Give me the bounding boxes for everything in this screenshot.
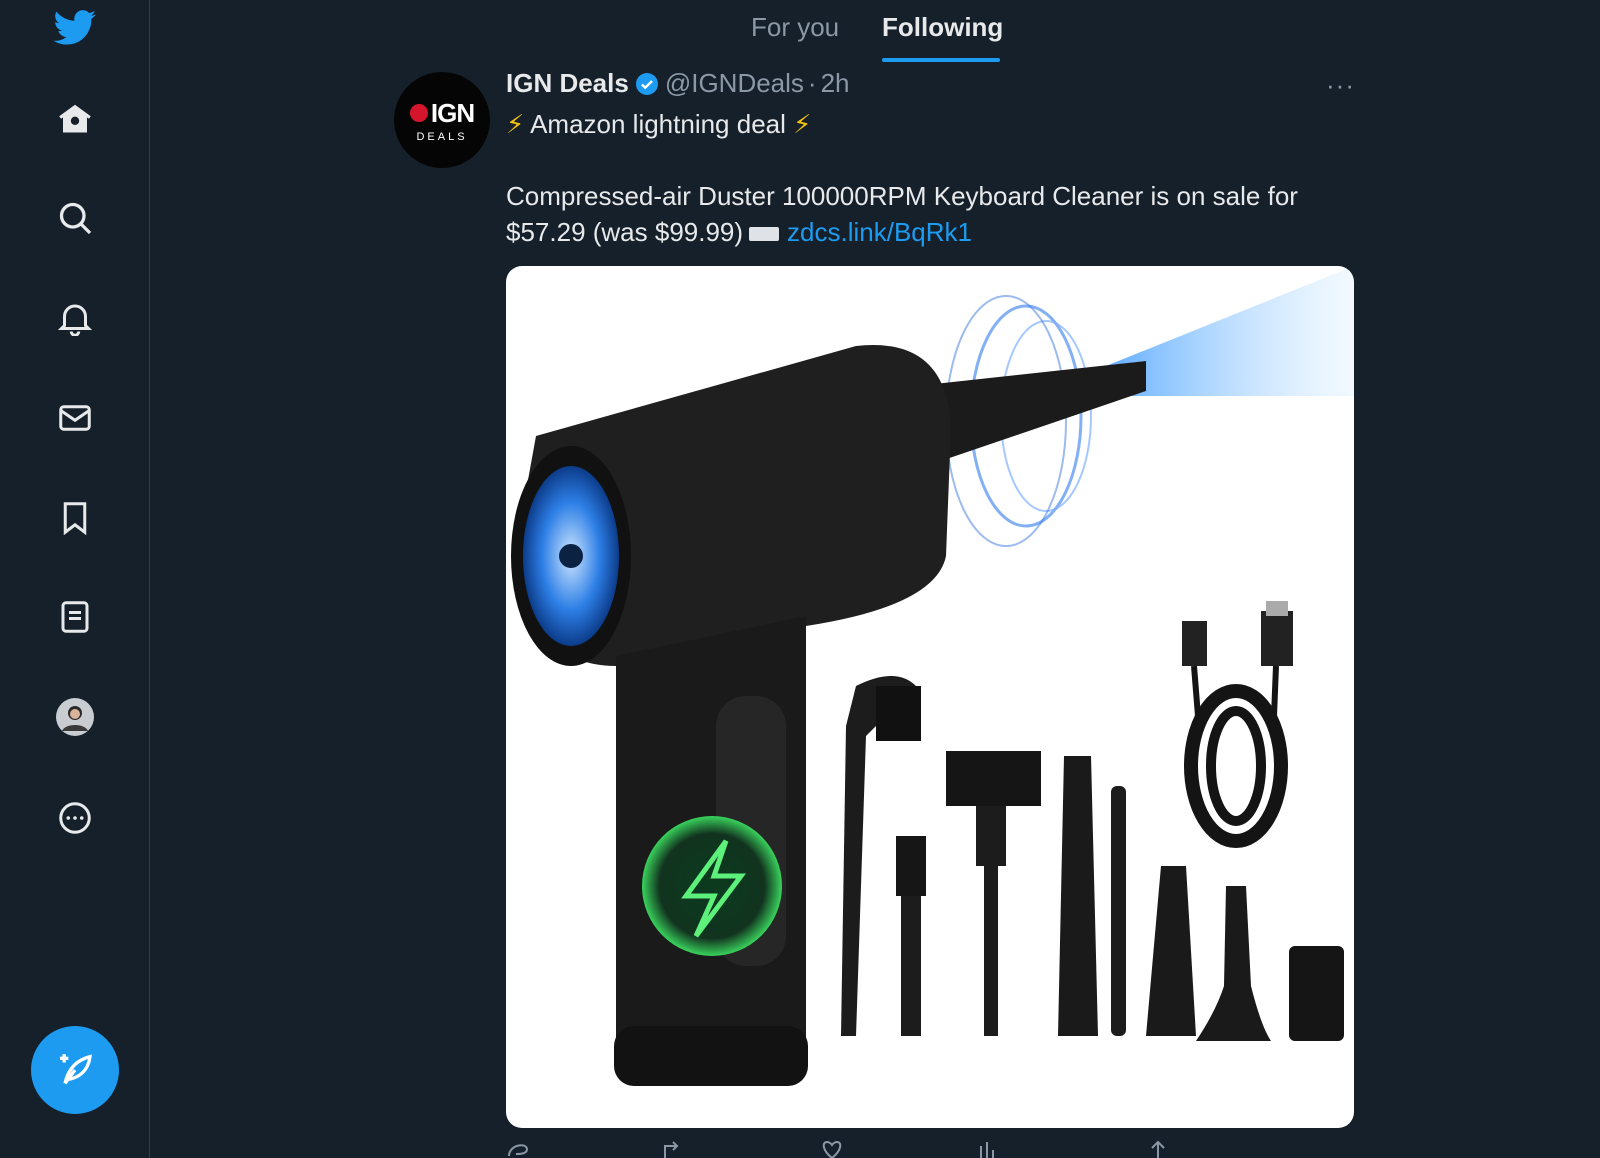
avatar-logo-text: IGN [430,97,475,128]
list-icon[interactable] [50,592,100,642]
sidebar-nav [0,0,150,1158]
avatar-logo: IGN [409,97,475,129]
avatar-subtitle: DEALS [416,130,468,143]
ign-logo-icon [409,104,428,122]
like-icon[interactable] [819,1140,845,1158]
tweet-headline-line: ⚡ Amazon lightning deal ⚡ [506,106,1366,142]
author-handle[interactable]: @IGNDeals [665,68,804,99]
tab-following[interactable]: Following [882,12,1003,43]
search-icon[interactable] [50,193,100,243]
tweet-header: IGN Deals @IGNDeals · 2h [506,68,850,99]
bookmark-icon[interactable] [50,493,100,543]
author-avatar[interactable]: IGN DEALS [394,72,490,168]
more-options-button[interactable]: ··· [1326,70,1355,101]
tweet-actions [506,1140,1206,1158]
reply-icon[interactable] [506,1140,530,1158]
views-icon[interactable] [976,1140,1002,1158]
home-icon[interactable] [50,94,100,144]
bell-icon[interactable] [50,293,100,343]
tweet-headline: Amazon lightning deal [530,109,786,139]
compose-icon [60,1054,92,1085]
mail-icon[interactable] [50,393,100,443]
share-icon[interactable] [1146,1140,1170,1158]
profile-avatar[interactable] [50,692,100,742]
author-name[interactable]: IGN Deals [506,68,629,99]
twitter-logo-icon[interactable] [50,3,100,53]
tab-for-you[interactable]: For you [751,12,839,43]
tweet-text: ⚡ Amazon lightning deal ⚡ Compressed-air… [506,106,1366,250]
more-icon[interactable] [50,793,100,843]
lightning-emoji: ⚡ [506,109,525,139]
tweet-body-line: Compressed-air Duster 100000RPM Keyboard… [506,178,1366,250]
active-tab-indicator [882,58,1000,62]
tweet-media-image[interactable] [506,266,1354,1128]
retweet-icon[interactable] [661,1140,687,1158]
product-photo [511,266,1354,1086]
compose-button[interactable] [31,1026,119,1114]
lightning-emoji: ⚡ [793,109,812,139]
separator-dot: · [807,68,817,98]
verified-badge-icon [635,72,658,95]
tweet-time[interactable]: 2h [821,68,850,99]
keyboard-emoji-icon [749,227,780,242]
tweet-link[interactable]: zdcs.link/BqRk1 [787,217,972,247]
